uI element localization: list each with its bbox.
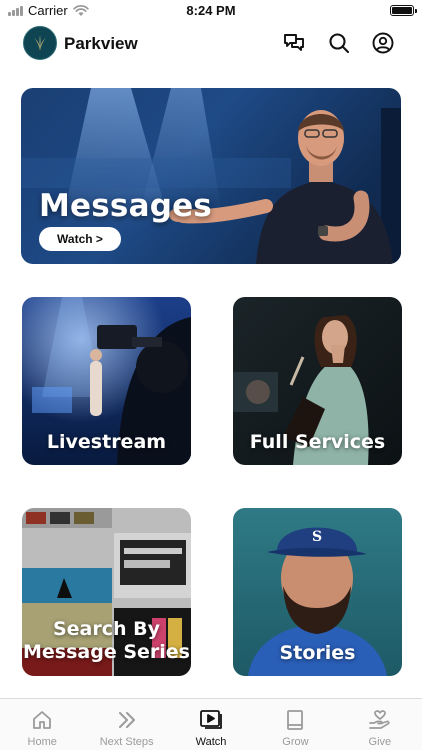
- message-series-label-line1: Search By: [52, 618, 161, 640]
- carrier-label: Carrier: [28, 3, 68, 18]
- book-icon: [283, 708, 307, 732]
- tab-give[interactable]: Give: [338, 699, 422, 750]
- livestream-label: Livestream: [46, 431, 167, 453]
- message-series-card[interactable]: Search By Message Series: [22, 508, 191, 676]
- chat-icon[interactable]: [282, 31, 306, 55]
- messages-hero-card[interactable]: Messages Watch >: [21, 88, 401, 264]
- home-icon: [30, 708, 54, 732]
- battery-icon: [390, 5, 417, 16]
- wifi-icon: [72, 4, 89, 16]
- heart-hand-icon: [368, 708, 392, 732]
- watch-button[interactable]: Watch >: [39, 227, 121, 251]
- app-title: Parkview: [64, 34, 138, 53]
- tab-next-steps[interactable]: Next Steps: [84, 699, 168, 750]
- stories-label: Stories: [279, 642, 356, 664]
- hero-title: Messages: [39, 188, 212, 224]
- play-icon: [199, 708, 223, 732]
- tab-grow-label: Grow: [282, 736, 309, 748]
- tab-watch[interactable]: Watch: [169, 699, 253, 750]
- search-icon[interactable]: [327, 31, 351, 55]
- full-services-label: Full Services: [249, 431, 386, 453]
- parkview-logo-icon[interactable]: [23, 26, 57, 60]
- message-series-label-line2: Message Series: [23, 641, 190, 663]
- full-services-card[interactable]: Full Services: [233, 297, 402, 465]
- signal-icon: [8, 5, 23, 16]
- svg-text:S: S: [312, 529, 322, 545]
- tab-watch-label: Watch: [195, 736, 227, 748]
- tab-grow[interactable]: Grow: [253, 699, 337, 750]
- tab-home-label: Home: [27, 736, 57, 748]
- tab-bar: Home Next Steps Watch Grow Give: [0, 698, 422, 750]
- account-icon[interactable]: [371, 31, 395, 55]
- status-left: Carrier: [8, 3, 89, 18]
- tab-give-label: Give: [368, 736, 392, 748]
- app-header: Parkview: [0, 26, 422, 62]
- stories-card[interactable]: S Stories: [233, 508, 402, 676]
- livestream-card[interactable]: Livestream: [22, 297, 191, 465]
- tab-home[interactable]: Home: [0, 699, 84, 750]
- double-chevron-icon: [115, 708, 139, 732]
- tab-next-steps-label: Next Steps: [99, 736, 154, 748]
- status-bar: Carrier 8:24 PM: [0, 0, 422, 22]
